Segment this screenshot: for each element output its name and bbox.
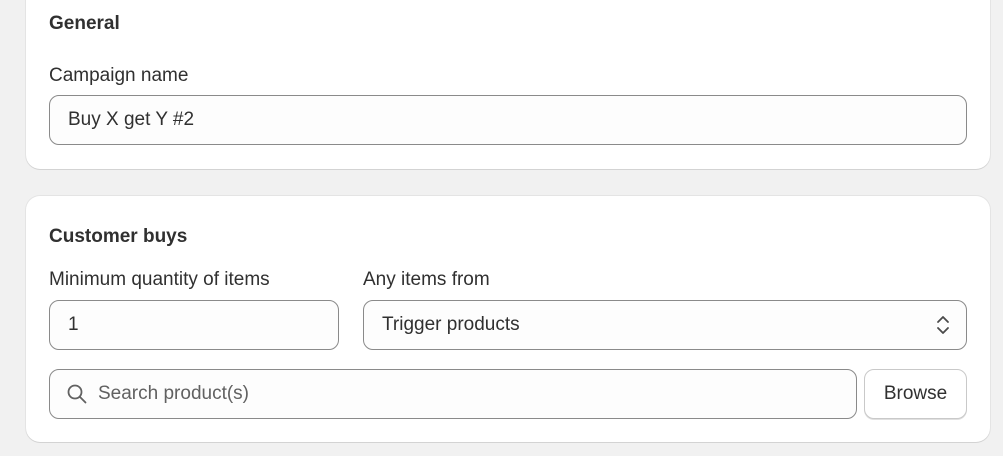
min-quantity-input[interactable]: 1 bbox=[49, 300, 339, 350]
campaign-name-value: Buy X get Y #2 bbox=[68, 109, 195, 130]
any-items-selected: Trigger products bbox=[382, 314, 520, 335]
any-items-select[interactable]: Trigger products bbox=[363, 300, 967, 350]
browse-button[interactable]: Browse bbox=[864, 369, 967, 419]
chevron-up-down-icon bbox=[936, 315, 950, 335]
search-icon bbox=[66, 383, 88, 405]
customer-buys-title: Customer buys bbox=[49, 226, 188, 247]
campaign-name-label: Campaign name bbox=[49, 65, 189, 86]
min-quantity-label: Minimum quantity of items bbox=[49, 269, 270, 290]
search-placeholder: Search product(s) bbox=[98, 383, 250, 404]
general-card: General Campaign name Buy X get Y #2 bbox=[26, 0, 990, 169]
product-search-input[interactable]: Search product(s) bbox=[49, 369, 857, 419]
min-quantity-value: 1 bbox=[68, 314, 79, 335]
general-title: General bbox=[49, 13, 120, 34]
customer-buys-card: Customer buys Minimum quantity of items … bbox=[26, 196, 990, 442]
campaign-name-input[interactable]: Buy X get Y #2 bbox=[49, 95, 967, 145]
any-items-label: Any items from bbox=[363, 269, 490, 290]
